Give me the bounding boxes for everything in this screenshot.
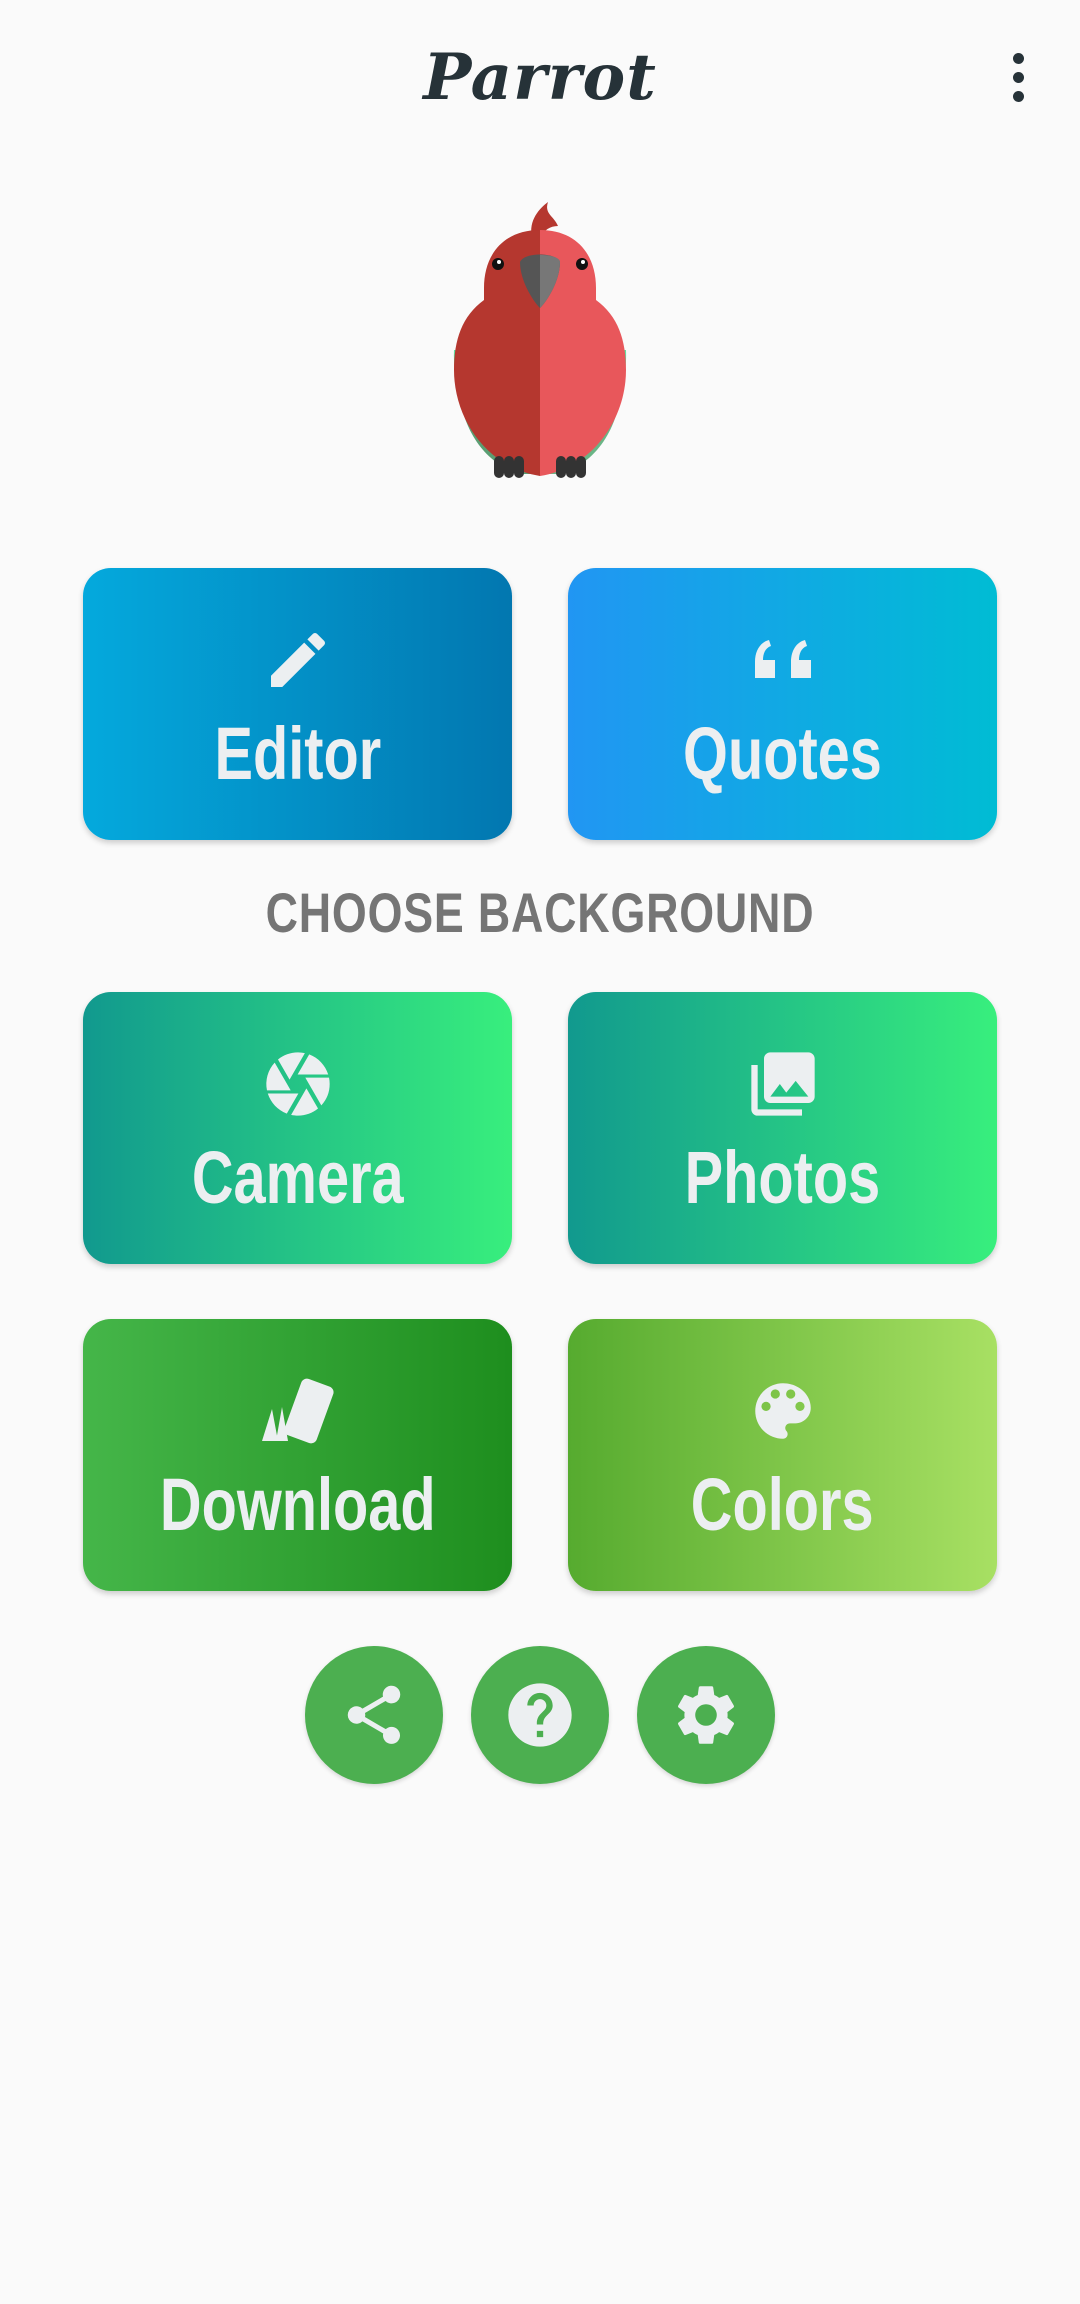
download-cards-icon	[258, 1371, 338, 1451]
download-button[interactable]: Download	[83, 1319, 512, 1591]
settings-button[interactable]	[637, 1646, 775, 1784]
colors-button[interactable]: Colors	[568, 1319, 997, 1591]
photos-button[interactable]: Photos	[568, 992, 997, 1264]
palette-icon	[746, 1371, 820, 1451]
overflow-menu-button[interactable]	[990, 40, 1046, 114]
app-title: Parrot	[423, 40, 657, 115]
download-label: Download	[159, 1463, 436, 1546]
quotes-label: Quotes	[683, 712, 882, 795]
menu-dot	[1012, 71, 1024, 83]
camera-label: Camera	[191, 1136, 404, 1219]
parrot-logo	[453, 202, 627, 478]
quotes-button[interactable]: Quotes	[568, 568, 997, 840]
settings-gear-icon	[677, 1686, 735, 1744]
more-vertical-icon	[1012, 52, 1024, 64]
quote-icon	[751, 620, 815, 700]
photo-library-icon	[745, 1044, 821, 1124]
pencil-icon	[262, 620, 334, 700]
camera-button[interactable]: Camera	[83, 992, 512, 1264]
editor-button[interactable]: Editor	[83, 568, 512, 840]
photos-label: Photos	[684, 1136, 881, 1219]
share-icon	[347, 1685, 401, 1744]
choose-background-heading: CHOOSE BACKGROUND	[265, 881, 815, 944]
camera-aperture-icon	[260, 1044, 336, 1124]
editor-label: Editor	[214, 712, 381, 795]
menu-dot	[1012, 90, 1024, 102]
colors-label: Colors	[691, 1463, 874, 1546]
share-button[interactable]	[305, 1646, 443, 1784]
help-button[interactable]	[471, 1646, 609, 1784]
help-icon	[508, 1683, 572, 1747]
